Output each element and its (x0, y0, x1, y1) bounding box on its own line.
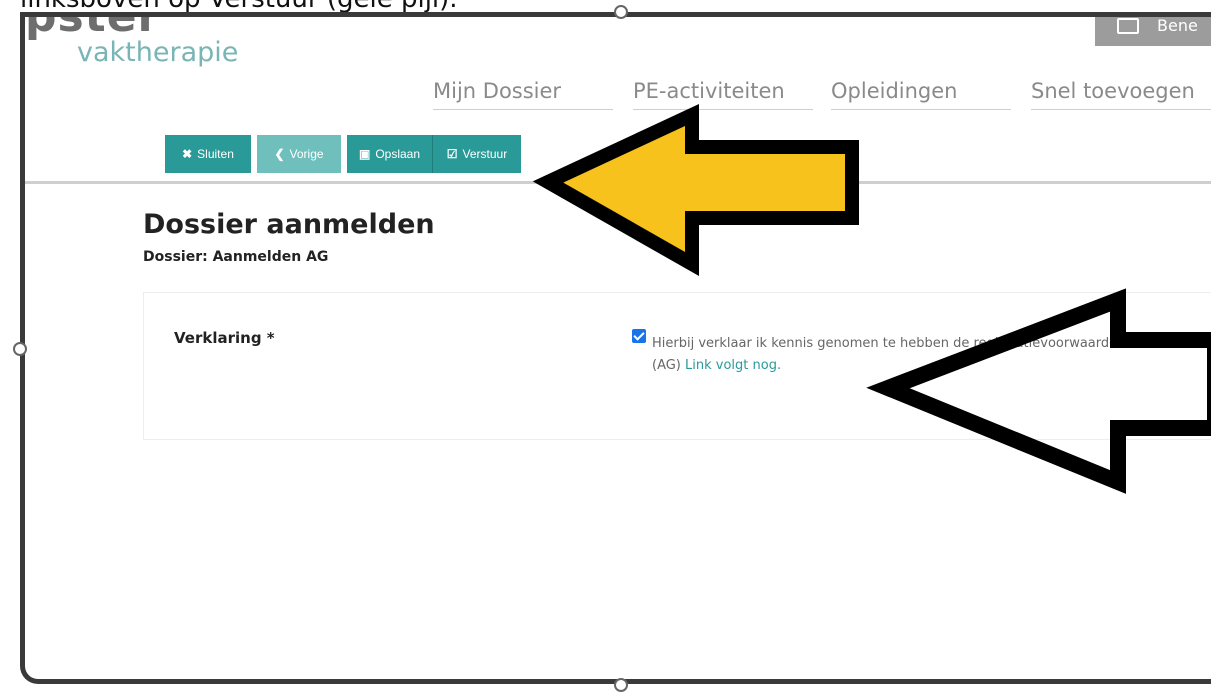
white-arrow (866, 288, 1211, 494)
yellow-arrow (532, 104, 859, 277)
annotation-layer (532, 104, 1211, 494)
